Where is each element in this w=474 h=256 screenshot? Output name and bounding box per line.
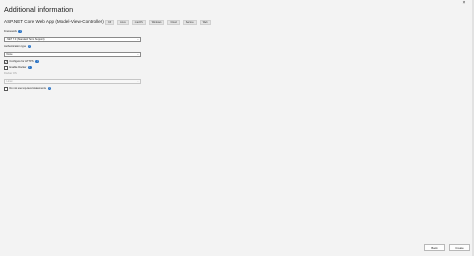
auth-type-label: Authentication type i [4, 45, 31, 49]
info-icon[interactable]: i [18, 30, 22, 34]
https-checkbox[interactable]: ✓ [4, 60, 8, 64]
info-icon[interactable]: i [28, 66, 32, 70]
framework-label: Framework i [4, 30, 22, 34]
chevron-down-icon: ⌄ [136, 38, 139, 41]
additional-information-dialog: Additional information × ASP.NET Core We… [0, 0, 474, 256]
chevron-down-icon: ⌄ [136, 80, 139, 83]
framework-label-text: Framework [4, 30, 17, 34]
docker-checkbox[interactable] [4, 66, 8, 70]
tag-macos: macOS [131, 20, 146, 25]
docker-os-select-value: Linux [6, 80, 13, 83]
project-template-name: ASP.NET Core Web App (Model-View-Control… [4, 19, 104, 24]
back-button[interactable]: Back [424, 244, 445, 251]
page-title: Additional information [4, 5, 74, 14]
docker-option[interactable]: Enable Docker i [4, 66, 32, 70]
project-tags: C# Linux macOS Windows Cloud Service Web [105, 20, 211, 25]
framework-select[interactable]: .NET 7.0 (Standard Term Support) ⌄ [4, 37, 141, 42]
auth-type-select[interactable]: None ⌄ [4, 52, 141, 57]
https-label: Configure for HTTPS [9, 60, 34, 64]
info-icon[interactable]: i [35, 60, 39, 64]
docker-label: Enable Docker [9, 66, 27, 70]
auth-type-label-text: Authentication type [4, 45, 27, 49]
tag-windows: Windows [148, 20, 165, 25]
top-level-statements-label: Do not use top-level statements [9, 87, 46, 91]
tag-linux: Linux [117, 20, 129, 25]
top-level-statements-checkbox[interactable] [4, 87, 8, 91]
close-button[interactable]: × [460, 0, 468, 6]
docker-os-label: Docker OS [4, 72, 17, 75]
tag-web: Web [199, 20, 211, 25]
info-icon[interactable]: i [27, 45, 31, 49]
docker-os-label-text: Docker OS [4, 72, 17, 75]
https-option[interactable]: ✓ Configure for HTTPS i [4, 60, 39, 64]
chevron-down-icon: ⌄ [136, 53, 139, 56]
framework-select-value: .NET 7.0 (Standard Term Support) [6, 38, 45, 41]
tag-csharp: C# [105, 20, 115, 25]
tag-cloud: Cloud [167, 20, 180, 25]
top-level-statements-option[interactable]: Do not use top-level statements i [4, 87, 52, 91]
docker-os-select: Linux ⌄ [4, 79, 141, 84]
auth-type-select-value: None [6, 53, 13, 56]
create-button[interactable]: Create [449, 244, 470, 251]
info-icon[interactable]: i [47, 87, 52, 91]
tag-service: Service [182, 20, 197, 25]
